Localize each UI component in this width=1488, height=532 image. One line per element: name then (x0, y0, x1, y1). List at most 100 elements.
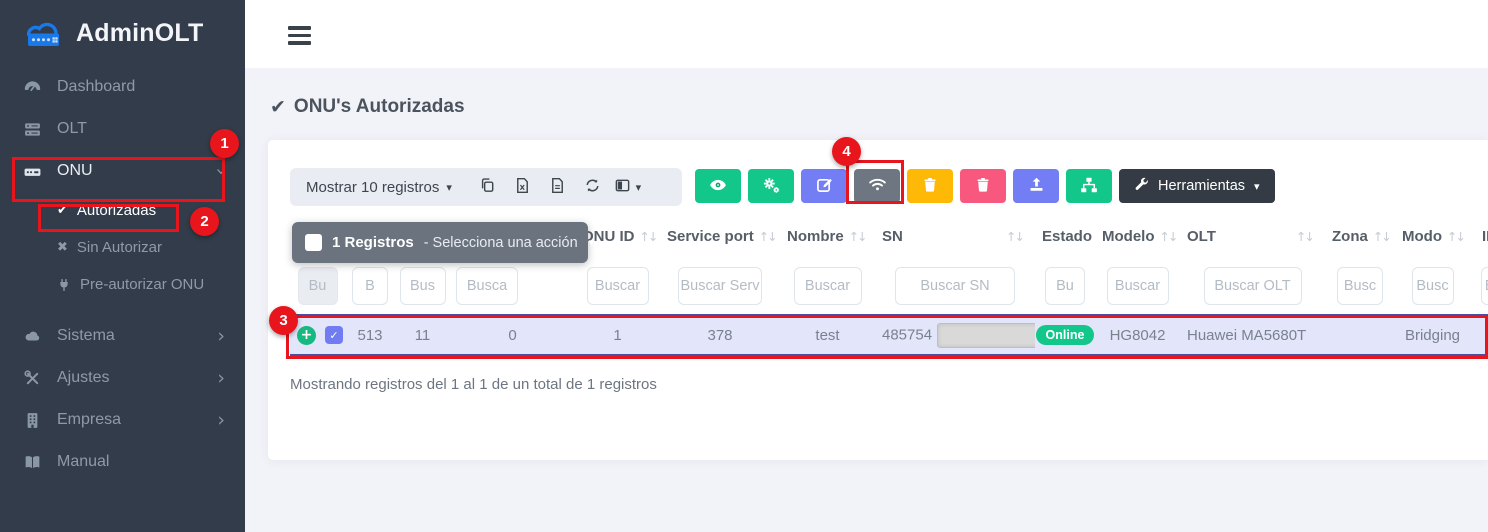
sidebar-item-manual[interactable]: Manual (0, 441, 245, 483)
filter-input-onu-id[interactable] (587, 267, 649, 305)
cloud-icon (23, 327, 42, 346)
server-icon (23, 120, 42, 139)
sort-icon: ↑↓ (1006, 229, 1023, 244)
col-header-sn[interactable]: SN↑↓ (875, 214, 1035, 258)
filter-input-zona[interactable] (1337, 267, 1383, 305)
edit-button[interactable] (801, 169, 847, 203)
configure-button[interactable] (748, 169, 794, 203)
sidebar-item-onu[interactable]: ONU › (0, 150, 245, 192)
sidebar-item-label: Empresa (57, 411, 121, 429)
sidebar-item-olt[interactable]: OLT (0, 108, 245, 150)
expand-row-button[interactable]: + (297, 326, 316, 345)
filter-input-ip[interactable] (1481, 267, 1488, 305)
tools-dropdown-button[interactable]: Herramientas ▾ (1119, 169, 1275, 203)
sidebar-item-label: Sistema (57, 327, 115, 345)
filter-input-service-port[interactable] (678, 267, 762, 305)
sidebar-item-sin-autorizar[interactable]: ✖ Sin Autorizar (0, 229, 245, 266)
filter-input[interactable] (456, 267, 518, 305)
filter-input-estado[interactable] (1045, 267, 1085, 305)
col-header-ip[interactable]: IP (1470, 214, 1488, 258)
filter-input-modelo[interactable] (1107, 267, 1169, 305)
edit-icon (816, 176, 833, 196)
trash-icon (922, 177, 938, 196)
gauge-icon (23, 78, 42, 97)
sidebar-item-empresa[interactable]: Empresa › (0, 399, 245, 441)
eye-icon (709, 176, 727, 197)
refresh-icon (584, 177, 601, 198)
file-excel-icon (514, 177, 531, 198)
file-icon (549, 177, 566, 198)
chevron-right-icon: › (217, 411, 225, 430)
topbar (245, 0, 1488, 68)
filter-input-olt[interactable] (1204, 267, 1302, 305)
selected-count: 1 Registros (332, 234, 414, 251)
view-button[interactable] (695, 169, 741, 203)
sidebar-item-sistema[interactable]: Sistema › (0, 315, 245, 357)
cell-ip (1470, 315, 1488, 355)
table-row[interactable]: + ✓ 513 11 0 1 378 test 485754 Online HG… (290, 315, 1488, 355)
status-badge: Online (1036, 325, 1095, 346)
filter-input-sn[interactable] (895, 267, 1015, 305)
delete-force-button[interactable] (960, 169, 1006, 203)
wrench-icon (1134, 177, 1149, 196)
bulk-actions-dropdown[interactable]: 1 Registros - Selecciona una acción ▾ (292, 222, 588, 263)
cloud-router-logo-icon (20, 15, 66, 51)
copy-button[interactable] (470, 170, 505, 204)
delete-button[interactable] (907, 169, 953, 203)
column-visibility-button[interactable]: ▾ (610, 170, 645, 204)
filter-input-modo[interactable] (1412, 267, 1454, 305)
sidebar-item-label: Autorizadas (77, 202, 156, 219)
sidebar-item-dashboard[interactable]: Dashboard (0, 66, 245, 108)
filter-input[interactable] (400, 267, 446, 305)
app-logo[interactable]: AdminOLT (0, 0, 245, 63)
col-header-modelo[interactable]: Modelo↑↓ (1095, 214, 1180, 258)
select-all-checkbox[interactable] (305, 234, 322, 251)
trash-icon (975, 177, 991, 196)
sidebar: AdminOLT Dashboard OLT (0, 0, 245, 532)
menu-toggle-button[interactable] (288, 26, 311, 49)
upload-button[interactable] (1013, 169, 1059, 203)
export-excel-button[interactable] (505, 170, 540, 204)
filter-row (290, 258, 1488, 315)
action-buttons: Herramientas ▾ (695, 169, 1275, 203)
page-title: ✔ ONU's Autorizadas (270, 96, 465, 118)
col-header-nombre[interactable]: Nombre↑↓ (780, 214, 875, 258)
sidebar-item-label: Dashboard (57, 78, 135, 96)
content-card: Mostrar 10 registros ▾ (268, 140, 1488, 460)
export-file-button[interactable] (540, 170, 575, 204)
sort-icon: ↑↓ (640, 229, 657, 244)
wifi-icon (868, 175, 887, 197)
caret-down-icon: ▾ (446, 181, 452, 194)
table-toolbar: Mostrar 10 registros ▾ (290, 168, 682, 206)
wifi-button[interactable] (854, 169, 900, 203)
filter-input[interactable] (352, 267, 388, 305)
sitemap-button[interactable] (1066, 169, 1112, 203)
sidebar-item-pre-autorizar[interactable]: Pre-autorizar ONU (0, 266, 245, 303)
table-summary: Mostrando registros del 1 al 1 de un tot… (290, 376, 657, 393)
cell-estado: Online (1035, 315, 1095, 355)
sort-icon: ↑↓ (759, 229, 776, 244)
refresh-button[interactable] (575, 170, 610, 204)
upload-icon (1028, 176, 1045, 196)
check-icon: ✔ (270, 96, 286, 118)
cell-id: 513 (345, 315, 395, 355)
gears-icon (762, 176, 780, 197)
chevron-right-icon: › (217, 327, 225, 346)
col-header-zona[interactable]: Zona↑↓ (1325, 214, 1395, 258)
row-checkbox[interactable]: ✓ (325, 326, 343, 344)
length-menu-dropdown[interactable]: Mostrar 10 registros ▾ (306, 179, 452, 196)
col-header-estado[interactable]: Estado (1035, 214, 1095, 258)
building-icon (23, 411, 42, 430)
cell-onu-id: 1 (575, 315, 660, 355)
col-header-service-port[interactable]: Service port↑↓ (660, 214, 780, 258)
onu-device-icon (23, 162, 42, 181)
sidebar-item-ajustes[interactable]: Ajustes › (0, 357, 245, 399)
sidebar-item-label: ONU (57, 162, 93, 180)
col-header-olt[interactable]: OLT↑↓ (1180, 214, 1325, 258)
tools-icon (23, 369, 42, 388)
plug-icon (57, 278, 71, 292)
col-header-modo[interactable]: Modo↑↓ (1395, 214, 1470, 258)
filter-input-nombre[interactable] (794, 267, 862, 305)
sidebar-item-autorizadas[interactable]: ✔ Autorizadas (0, 192, 245, 229)
caret-down-icon: ▾ (589, 236, 595, 249)
